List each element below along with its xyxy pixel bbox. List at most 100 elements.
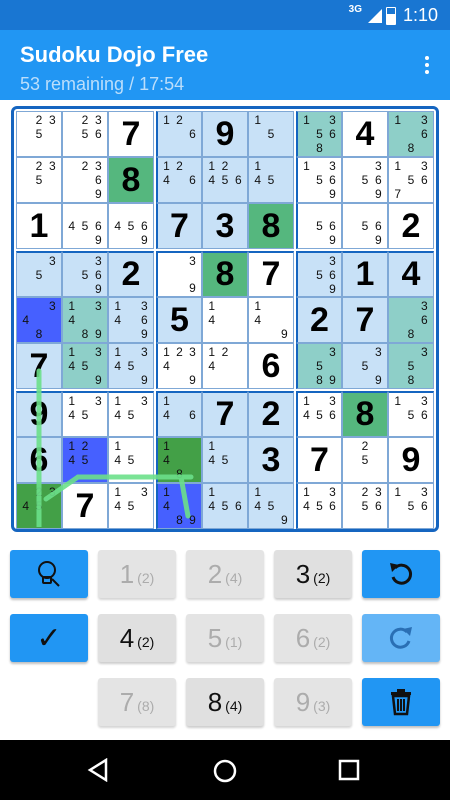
sudoku-cell[interactable]: 1 [16,203,62,249]
sudoku-cell[interactable]: 2356 [62,111,108,157]
sudoku-cell[interactable]: 235 [16,157,62,203]
sudoku-cell[interactable]: 235 [16,111,62,157]
sudoku-cell[interactable]: 8 [248,203,294,249]
sudoku-cell[interactable]: 2369 [62,157,108,203]
sudoku-cell[interactable]: 4569 [108,203,154,249]
sudoku-cell[interactable]: 13567 [388,157,434,203]
sudoku-cell[interactable]: 2 [248,391,294,437]
number-button-6[interactable]: 6 (2) [274,614,352,662]
sudoku-cell[interactable]: 13568 [296,111,342,157]
sudoku-cell[interactable]: 3569 [342,157,388,203]
sudoku-cell[interactable]: 9 [202,111,248,157]
sudoku-cell[interactable]: 7 [248,251,294,297]
number-button-3[interactable]: 3 (2) [274,550,352,598]
number-button-7[interactable]: 7 (8) [98,678,176,726]
sudoku-cell[interactable]: 124 [202,343,248,389]
home-icon[interactable] [212,758,238,784]
sudoku-cell[interactable]: 1489 [156,483,202,529]
sudoku-cell[interactable]: 4 [388,251,434,297]
sudoku-cell[interactable]: 3 [248,437,294,483]
sudoku-cell[interactable]: 1345 [108,391,154,437]
sudoku-cell[interactable]: 9 [388,437,434,483]
sudoku-cell[interactable]: 4569 [62,203,108,249]
sudoku-cell[interactable]: 13459 [62,343,108,389]
sudoku-cell[interactable]: 13469 [108,297,154,343]
sudoku-cell[interactable]: 359 [342,343,388,389]
sudoku-cell[interactable]: 15 [248,111,294,157]
sudoku-cell[interactable]: 6 [16,437,62,483]
sudoku-cell[interactable]: 368 [388,297,434,343]
sudoku-cell[interactable]: 7 [202,391,248,437]
sudoku-cell[interactable]: 1459 [248,483,294,529]
sudoku-cell[interactable]: 1356 [388,483,434,529]
number-button-2[interactable]: 2 (4) [186,550,264,598]
number-button-8[interactable]: 8 (4) [186,678,264,726]
sudoku-cell[interactable]: 148 [156,437,202,483]
back-icon[interactable] [86,758,110,782]
sudoku-cell[interactable]: 13456 [296,391,342,437]
sudoku-cell[interactable]: 8 [342,391,388,437]
check-button[interactable]: ✓ [10,614,88,662]
sudoku-cell[interactable]: 126 [156,111,202,157]
sudoku-cell[interactable]: 13456 [296,483,342,529]
sudoku-cell[interactable]: 6 [248,343,294,389]
sudoku-cell[interactable]: 3589 [296,343,342,389]
sudoku-cell[interactable]: 569 [342,203,388,249]
sudoku-cell[interactable]: 3 [202,203,248,249]
number-button-5[interactable]: 5 (1) [186,614,264,662]
sudoku-cell[interactable]: 9 [16,391,62,437]
redo-button[interactable] [362,614,440,662]
sudoku-cell[interactable]: 12349 [156,343,202,389]
sudoku-cell[interactable]: 358 [388,343,434,389]
sudoku-cell[interactable]: 5 [156,297,202,343]
sudoku-cell[interactable]: 2345 [16,483,62,529]
sudoku-cell[interactable]: 1345 [108,483,154,529]
recents-icon[interactable] [338,759,360,781]
sudoku-cell[interactable]: 7 [296,437,342,483]
sudoku-cell[interactable]: 4 [342,111,388,157]
cell-value: 6 [29,440,49,479]
sudoku-cell[interactable]: 39 [156,251,202,297]
sudoku-cell[interactable]: 348 [16,297,62,343]
sudoku-cell[interactable]: 146 [156,391,202,437]
sudoku-cell[interactable]: 145 [108,437,154,483]
sudoku-cell[interactable]: 145 [248,157,294,203]
sudoku-cell[interactable]: 1245 [62,437,108,483]
sudoku-cell[interactable]: 35 [16,251,62,297]
sudoku-cell[interactable]: 12456 [202,157,248,203]
undo-button[interactable] [362,550,440,598]
sudoku-cell[interactable]: 2356 [342,483,388,529]
sudoku-cell[interactable]: 14 [202,297,248,343]
hint-button[interactable] [10,550,88,598]
sudoku-cell[interactable]: 145 [202,437,248,483]
overflow-menu-icon[interactable] [424,56,430,78]
sudoku-cell[interactable]: 13569 [296,157,342,203]
sudoku-cell[interactable]: 7 [108,111,154,157]
sudoku-cell[interactable]: 2 [108,251,154,297]
sudoku-cell[interactable]: 3569 [296,251,342,297]
sudoku-cell[interactable]: 7 [16,343,62,389]
sudoku-cell[interactable]: 1356 [388,391,434,437]
number-button-9[interactable]: 9 (3) [274,678,352,726]
sudoku-cell[interactable]: 2 [388,203,434,249]
sudoku-cell[interactable]: 1345 [62,391,108,437]
sudoku-cell[interactable]: 569 [296,203,342,249]
sudoku-cell[interactable]: 8 [108,157,154,203]
number-button-4[interactable]: 4 (2) [98,614,176,662]
sudoku-cell[interactable]: 7 [342,297,388,343]
sudoku-cell[interactable]: 8 [202,251,248,297]
sudoku-cell[interactable]: 7 [62,483,108,529]
number-button-1[interactable]: 1 (2) [98,550,176,598]
sudoku-cell[interactable]: 7 [156,203,202,249]
sudoku-cell[interactable]: 1 [342,251,388,297]
sudoku-cell[interactable]: 13489 [62,297,108,343]
sudoku-cell[interactable]: 3569 [62,251,108,297]
sudoku-cell[interactable]: 25 [342,437,388,483]
sudoku-cell[interactable]: 2 [296,297,342,343]
sudoku-cell[interactable]: 13459 [108,343,154,389]
sudoku-cell[interactable]: 149 [248,297,294,343]
delete-button[interactable] [362,678,440,726]
sudoku-cell[interactable]: 1246 [156,157,202,203]
sudoku-cell[interactable]: 1368 [388,111,434,157]
sudoku-cell[interactable]: 1456 [202,483,248,529]
